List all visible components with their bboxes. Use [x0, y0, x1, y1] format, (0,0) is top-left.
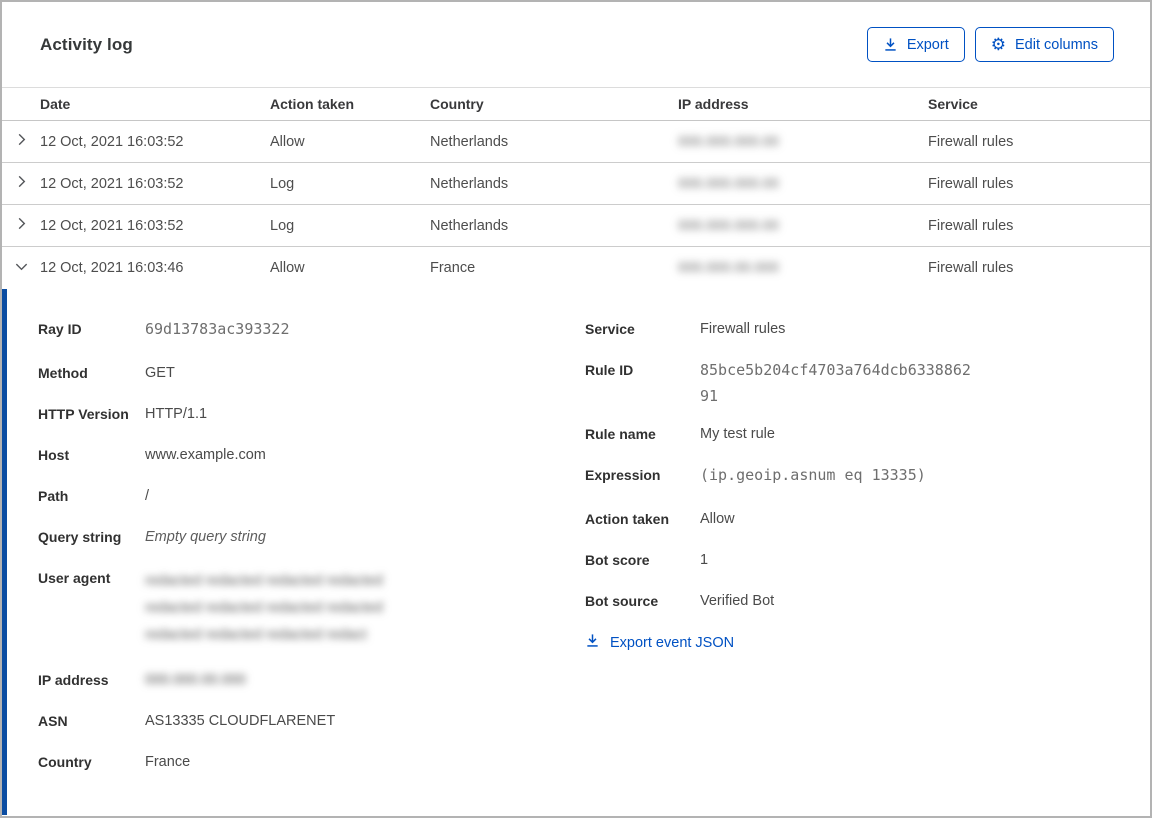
- cell-ip-redacted: 000.000.000.00: [678, 134, 779, 150]
- cell-country: Netherlands: [430, 134, 678, 150]
- cell-date: 12 Oct, 2021 16:03:52: [40, 176, 270, 192]
- detail-label-query-string: Query string: [38, 527, 145, 547]
- cell-date: 12 Oct, 2021 16:03:52: [40, 218, 270, 234]
- detail-label-bot-score: Bot score: [585, 550, 700, 570]
- detail-value-asn: AS13335 CLOUDFLARENET: [145, 711, 335, 731]
- card-header: Activity log Export ⚙ Edit columns: [2, 2, 1150, 87]
- gear-icon: ⚙: [991, 36, 1006, 53]
- detail-label-method: Method: [38, 363, 145, 383]
- detail-label-rule-id: Rule ID: [585, 360, 700, 403]
- detail-value-bot-source: Verified Bot: [700, 591, 774, 611]
- export-button[interactable]: Export: [867, 27, 965, 62]
- edit-columns-button[interactable]: ⚙ Edit columns: [975, 27, 1114, 62]
- detail-value-user-agent-redacted: redacted redacted redacted redacted reda…: [145, 568, 407, 649]
- chevron-down-icon: [14, 259, 29, 278]
- column-header-service: Service: [928, 96, 1150, 112]
- cell-service: Firewall rules: [928, 218, 1150, 234]
- detail-label-http-version: HTTP Version: [38, 404, 145, 424]
- chevron-right-icon: [14, 132, 29, 151]
- export-event-json-link[interactable]: Export event JSON: [585, 633, 734, 652]
- cell-action: Allow: [270, 134, 430, 150]
- detail-value-host: www.example.com: [145, 445, 266, 465]
- column-header-ip: IP address: [678, 96, 928, 112]
- cell-action: Log: [270, 176, 430, 192]
- cell-service: Firewall rules: [928, 260, 1150, 276]
- detail-label-ray-id: Ray ID: [38, 319, 145, 342]
- detail-value-path: /: [145, 486, 149, 506]
- cell-ip-redacted: 000.000.000.00: [678, 176, 779, 192]
- table-row-expanded: 12 Oct, 2021 16:03:46 Allow France 000.0…: [2, 247, 1150, 289]
- header-actions: Export ⚙ Edit columns: [867, 27, 1114, 62]
- expand-row-button[interactable]: [2, 121, 40, 162]
- detail-value-action-taken: Allow: [700, 509, 735, 529]
- download-icon: [585, 633, 600, 652]
- export-button-label: Export: [907, 37, 949, 53]
- column-header-action: Action taken: [270, 96, 430, 112]
- detail-label-action-taken: Action taken: [585, 509, 700, 529]
- export-event-json-label: Export event JSON: [610, 635, 734, 651]
- activity-log-card: Activity log Export ⚙ Edit columns Date …: [0, 0, 1152, 818]
- detail-value-rule-id: 85bce5b204cf4703a764dcb633886291: [700, 357, 978, 409]
- detail-label-bot-source: Bot source: [585, 591, 700, 611]
- detail-value-rule-name: My test rule: [700, 424, 775, 444]
- cell-action: Log: [270, 218, 430, 234]
- detail-label-service: Service: [585, 319, 700, 339]
- table-header: Date Action taken Country IP address Ser…: [2, 87, 1150, 121]
- detail-column-right: Service Firewall rules Rule ID 85bce5b20…: [585, 319, 1150, 815]
- detail-label-ip-address: IP address: [38, 670, 145, 690]
- detail-value-expression: (ip.geoip.asnum eq 13335): [700, 462, 926, 488]
- detail-label-asn: ASN: [38, 711, 145, 731]
- table-row: 12 Oct, 2021 16:03:52 Log Netherlands 00…: [2, 163, 1150, 205]
- page-title: Activity log: [40, 35, 133, 55]
- column-header-country: Country: [430, 96, 678, 112]
- detail-value-ray-id: 69d13783ac393322: [145, 316, 290, 342]
- cell-service: Firewall rules: [928, 134, 1150, 150]
- detail-value-service: Firewall rules: [700, 319, 785, 339]
- cell-action: Allow: [270, 260, 430, 276]
- table-row: 12 Oct, 2021 16:03:52 Allow Netherlands …: [2, 121, 1150, 163]
- detail-value-query-string: Empty query string: [145, 527, 266, 547]
- cell-date: 12 Oct, 2021 16:03:52: [40, 134, 270, 150]
- cell-service: Firewall rules: [928, 176, 1150, 192]
- detail-label-host: Host: [38, 445, 145, 465]
- table-row: 12 Oct, 2021 16:03:52 Log Netherlands 00…: [2, 205, 1150, 247]
- cell-country: Netherlands: [430, 218, 678, 234]
- detail-value-http-version: HTTP/1.1: [145, 404, 207, 424]
- cell-date: 12 Oct, 2021 16:03:46: [40, 260, 270, 276]
- detail-label-expression: Expression: [585, 465, 700, 488]
- detail-label-rule-name: Rule name: [585, 424, 700, 444]
- event-detail-panel: Ray ID 69d13783ac393322 Method GET HTTP …: [2, 289, 1150, 815]
- detail-label-path: Path: [38, 486, 145, 506]
- edit-columns-button-label: Edit columns: [1015, 37, 1098, 53]
- collapse-row-button[interactable]: [2, 247, 40, 289]
- detail-value-country: France: [145, 752, 190, 772]
- cell-ip-redacted: 000.000.00.000: [678, 260, 779, 276]
- chevron-right-icon: [14, 174, 29, 193]
- cell-country: France: [430, 260, 678, 276]
- detail-value-bot-score: 1: [700, 550, 708, 570]
- column-header-date: Date: [40, 96, 270, 112]
- detail-value-ip-redacted: 000.000.00.000: [145, 670, 246, 690]
- cell-country: Netherlands: [430, 176, 678, 192]
- detail-label-country: Country: [38, 752, 145, 772]
- expand-row-button[interactable]: [2, 205, 40, 246]
- detail-value-method: GET: [145, 363, 175, 383]
- detail-column-left: Ray ID 69d13783ac393322 Method GET HTTP …: [38, 319, 585, 815]
- expand-row-button[interactable]: [2, 163, 40, 204]
- download-icon: [883, 37, 898, 52]
- chevron-right-icon: [14, 216, 29, 235]
- cell-ip-redacted: 000.000.000.00: [678, 218, 779, 234]
- detail-label-user-agent: User agent: [38, 568, 145, 649]
